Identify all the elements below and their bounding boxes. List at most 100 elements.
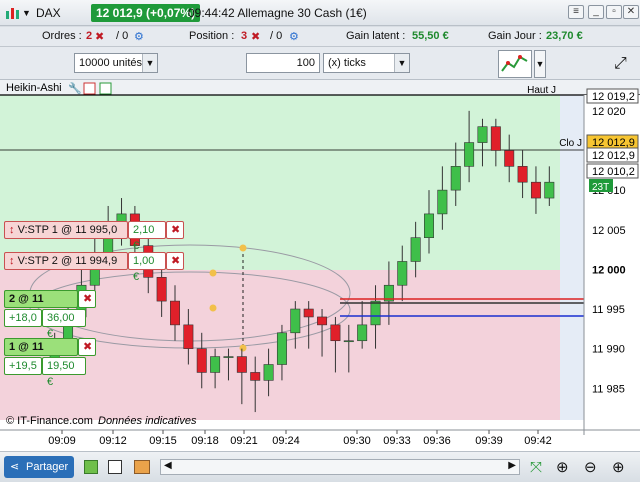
candle-body — [370, 300, 381, 326]
stop-order-2[interactable]: ↕ V:STP 2 @ 11 994,9 — [4, 252, 128, 270]
gear-icon[interactable]: ⚙ — [289, 30, 299, 43]
chevron-down-icon[interactable]: ▼ — [142, 54, 157, 72]
candle-body — [530, 181, 541, 199]
instrument-symbol: DAX — [36, 6, 61, 20]
zoom-fit-icon[interactable]: ⊕ — [556, 458, 569, 476]
y-tick-label: 11 985 — [592, 383, 625, 395]
candle-body — [156, 277, 167, 302]
layout-icon[interactable] — [84, 460, 98, 474]
position-2[interactable]: 1 @ 11 992,9 — [4, 338, 78, 369]
orders-count[interactable]: 2 — [86, 30, 92, 42]
gear-icon[interactable]: ⚙ — [134, 30, 144, 43]
instrument-icon[interactable] — [4, 5, 20, 21]
zoom-in-icon[interactable]: ⊕ — [612, 458, 625, 476]
candle-body — [196, 348, 207, 373]
minimize-button[interactable]: _ — [588, 5, 604, 19]
zoom-out-icon[interactable]: ⊖ — [584, 458, 597, 476]
chart-type-dropdown[interactable]: ▼ — [534, 50, 546, 78]
scroll-left-icon[interactable]: ◀ — [164, 460, 172, 471]
timeline-scrollbar[interactable]: ◀ ▶ — [160, 459, 520, 475]
candle-body — [544, 181, 555, 199]
x-tick-label: 09:09 — [48, 435, 76, 447]
x-tick-label: 09:18 — [191, 435, 219, 447]
candle-body — [490, 126, 501, 151]
position-1[interactable]: 2 @ 11 994,4 — [4, 290, 78, 321]
x-tick-label: 09:15 — [149, 435, 177, 447]
candle-body — [290, 308, 301, 334]
x-tick-label: 09:36 — [423, 435, 451, 447]
title-bar: ▼ DAX 12 012,9 (+0,07%) 09:44:42 Allemag… — [0, 0, 640, 26]
position-zero: / 0 — [270, 30, 283, 42]
cancel-order-2-icon[interactable]: ✖ — [166, 252, 184, 270]
position-2-points: +19,5 — [4, 357, 42, 375]
haut-label: Haut J — [527, 85, 556, 96]
auto-scale-icon[interactable]: ⤧ — [530, 459, 542, 476]
candle-body — [437, 189, 448, 215]
chevron-down-icon[interactable]: ▼ — [394, 54, 409, 72]
bars-icon[interactable] — [134, 460, 150, 474]
candle-body — [223, 356, 234, 358]
candle-body — [424, 213, 434, 238]
close-position-icon[interactable]: ✖ — [251, 30, 260, 43]
stop-order-1[interactable]: ↕ V:STP 1 @ 11 995,0 — [4, 221, 128, 239]
clo-label: Clo J — [559, 138, 582, 149]
y-tick-label: 12 020 — [592, 106, 626, 118]
quantity-input[interactable]: 100 — [246, 53, 320, 73]
latent-value: 55,50 € — [412, 30, 449, 42]
x-tick-label: 09:30 — [343, 435, 371, 447]
settings-icon[interactable]: 🔧 — [68, 81, 82, 95]
units-select[interactable]: 10000 unités ▼ — [74, 53, 158, 73]
close-position-1-icon[interactable]: ✖ — [78, 290, 96, 308]
expand-icon[interactable]: ⤢ — [614, 55, 627, 73]
close-button[interactable]: ✕ — [623, 5, 639, 19]
table-icon[interactable] — [108, 460, 122, 474]
units-value: 10000 unités — [79, 57, 142, 69]
position-count[interactable]: 3 — [241, 30, 247, 42]
drag-icon[interactable]: ↕ — [9, 224, 15, 236]
indicator-label[interactable]: Heikin-Ashi — [6, 82, 62, 94]
up-arrow-icon[interactable] — [99, 82, 112, 95]
x-tick-label: 09:39 — [475, 435, 503, 447]
tick-count: 23T — [592, 182, 609, 193]
restore-button[interactable]: ▫ — [606, 5, 622, 19]
menu-button[interactable]: ≡ — [568, 5, 584, 19]
position-1-amount: 36,00 € — [42, 309, 86, 340]
share-icon: ⋖ — [10, 461, 20, 473]
low-tag-value: 12 010,2 — [592, 166, 635, 178]
candle-body — [357, 324, 368, 342]
ticks-value: (x) ticks — [328, 57, 366, 69]
drag-icon[interactable]: ↕ — [9, 255, 15, 267]
scroll-right-icon[interactable]: ▶ — [508, 460, 516, 471]
chart-type-icon[interactable] — [498, 50, 532, 78]
y-tick-label: 12 000 — [592, 264, 626, 276]
cancel-orders-icon[interactable]: ✖ — [95, 30, 104, 43]
candle-body — [170, 300, 180, 326]
y-tick-label: 12 005 — [592, 225, 626, 237]
account-summary: Ordres : 2 ✖ / 0 ⚙ Position : 3 ✖ / 0 ⚙ … — [0, 27, 640, 47]
candle-body — [343, 340, 354, 343]
candle-body — [183, 324, 194, 349]
position-1-points: +18,0 — [4, 309, 42, 327]
candle-body — [517, 166, 528, 183]
ticks-select[interactable]: (x) ticks ▼ — [323, 53, 410, 73]
x-tick-label: 09:21 — [230, 435, 258, 447]
cancel-order-1-icon[interactable]: ✖ — [166, 221, 184, 239]
candle-body — [397, 261, 408, 286]
y-tick-label: 11 995 — [592, 304, 625, 316]
candle-body — [464, 142, 475, 167]
candle-body — [303, 308, 314, 318]
instrument-info: 09:44:42 Allemagne 30 Cash (1€) — [188, 6, 367, 20]
remove-icon[interactable] — [83, 82, 96, 95]
order-toolbar: 10000 unités ▼ 100 (x) ticks ▼ ▼ ⤢ — [0, 47, 640, 80]
stop-order-2-label: V:STP 2 @ 11 994,9 — [17, 255, 118, 267]
chart-area[interactable]: Heikin-Ashi 🔧 12 02012 01512 01012 00512… — [0, 80, 640, 451]
share-button[interactable]: ⋖ Partager — [4, 456, 74, 478]
close-tag-value: 12 012,9 — [592, 150, 635, 162]
close-position-2-icon[interactable]: ✖ — [78, 338, 96, 356]
stop-order-1-label: V:STP 1 @ 11 995,0 — [17, 224, 118, 236]
candle-body — [477, 126, 488, 143]
candle-body — [250, 372, 261, 381]
candle-body — [210, 356, 221, 373]
price-tag-value: 12 012,9 — [592, 137, 635, 149]
y-tick-label: 11 990 — [592, 344, 625, 356]
